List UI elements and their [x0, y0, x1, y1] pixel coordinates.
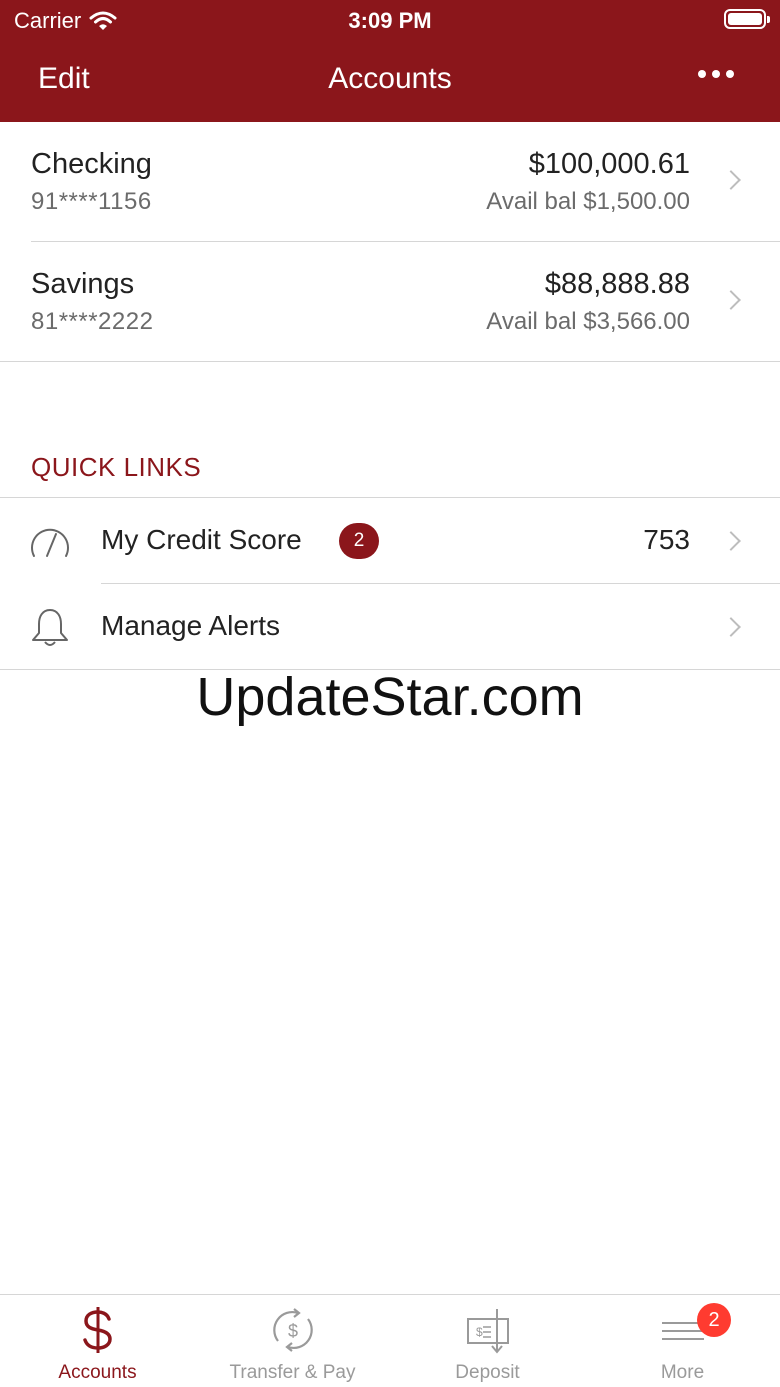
chevron-right-icon — [721, 617, 741, 637]
watermark-text: UpdateStar.com — [196, 667, 584, 727]
chevron-right-icon — [721, 290, 741, 310]
svg-text:$: $ — [287, 1321, 297, 1341]
carrier-indicator: Carrier — [14, 8, 117, 34]
bell-icon — [32, 609, 68, 646]
page-title: Accounts — [328, 62, 452, 95]
credit-score-link[interactable]: My Credit Score 2 753 — [0, 498, 780, 584]
notification-badge: 2 — [697, 1303, 731, 1337]
account-number: 91****1156 — [31, 188, 152, 215]
check-deposit-icon: $ — [466, 1309, 509, 1354]
manage-alerts-link[interactable]: Manage Alerts — [0, 584, 780, 670]
link-label: My Credit Score — [101, 524, 302, 555]
account-name: Savings — [31, 268, 135, 300]
account-number: 81****2222 — [31, 308, 154, 335]
account-row-checking[interactable]: Checking 91****1156 $100,000.61 Avail ba… — [0, 122, 780, 242]
transfer-icon: $ — [272, 1308, 313, 1352]
carrier-label: Carrier — [14, 8, 82, 33]
wifi-icon — [89, 11, 117, 30]
tab-deposit[interactable]: $ Deposit — [390, 1295, 585, 1387]
status-bar: Carrier 3:09 PM — [0, 0, 780, 40]
svg-text:$: $ — [476, 1325, 483, 1339]
link-label: Manage Alerts — [101, 610, 280, 641]
account-row-savings[interactable]: Savings 81****2222 $88,888.88 Avail bal … — [0, 242, 780, 362]
section-divider — [0, 361, 780, 362]
credit-score-value: 753 — [643, 524, 690, 555]
app-header: Carrier 3:09 PM Edit Accounts — [0, 0, 780, 122]
tab-accounts[interactable]: Accounts — [0, 1295, 195, 1387]
tab-more[interactable]: 2 More — [585, 1295, 780, 1387]
edit-button[interactable]: Edit — [38, 62, 90, 96]
dollar-icon — [82, 1307, 112, 1353]
account-balance: $88,888.88 — [544, 268, 690, 300]
tab-label: More — [660, 1362, 705, 1383]
account-name: Checking — [31, 148, 152, 180]
gauge-icon — [31, 528, 69, 557]
chevron-right-icon — [721, 531, 741, 551]
tab-label: Accounts — [58, 1362, 137, 1383]
more-options-icon[interactable] — [698, 70, 734, 78]
available-balance: Avail bal $3,566.00 — [486, 308, 690, 335]
account-balance: $100,000.61 — [528, 148, 690, 180]
tab-label: Transfer & Pay — [229, 1362, 356, 1383]
quick-links-heading: QUICK LINKS — [31, 452, 202, 482]
available-balance: Avail bal $1,500.00 — [486, 188, 690, 215]
notification-badge: 2 — [339, 523, 379, 559]
chevron-right-icon — [721, 170, 741, 190]
tab-label: Deposit — [455, 1362, 520, 1383]
battery-icon — [724, 9, 770, 29]
tab-transfer-pay[interactable]: $ Transfer & Pay — [195, 1295, 390, 1387]
tab-bar: Accounts $ Transfer & Pay $ Deposit 2 Mo… — [0, 1294, 780, 1387]
